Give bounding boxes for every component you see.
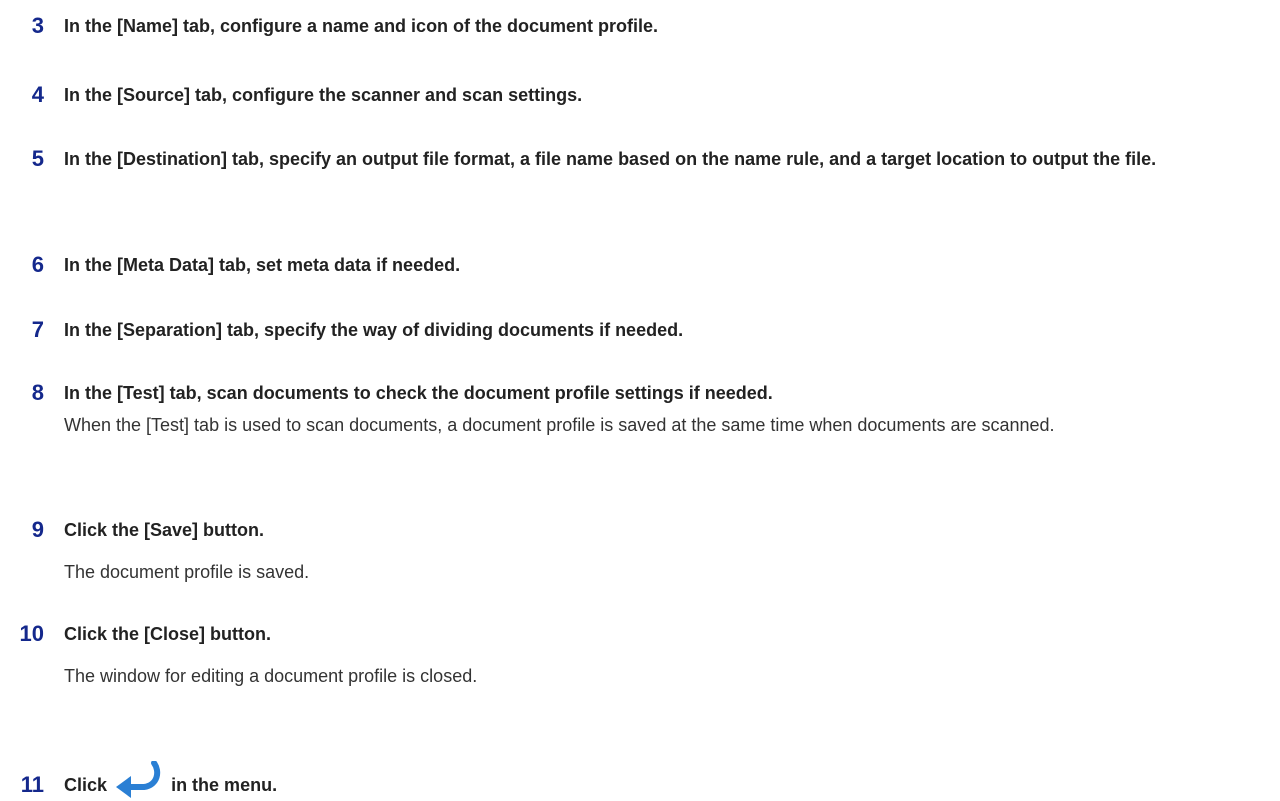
step-instruction: In the [Source] tab, configure the scann… [64,85,583,105]
step-result: The window for editing a document profil… [64,666,478,686]
step-number: 8 [31,380,44,405]
step-number: 4 [31,82,44,107]
step-number: 10 [19,621,44,646]
step-instruction: Click the [Close] button. [64,624,271,644]
step-instruction: In the [Destination] tab, specify an out… [64,149,1157,169]
step-result: The document profile is saved. [64,562,310,582]
step-number: 3 [31,13,44,38]
step-text-after: in the menu. [171,775,278,795]
step-instruction: In the [Separation] tab, specify the way… [64,320,684,340]
step-number: 9 [31,517,44,542]
step-instruction: In the [Meta Data] tab, set meta data if… [64,255,461,275]
step-number: 5 [31,146,44,171]
step-instruction: Click in the menu. [64,761,1264,801]
step-text-before: Click [64,775,108,795]
return-arrow-icon [116,761,161,798]
step-instruction: Click the [Save] button. [64,520,265,540]
step-number: 6 [31,252,44,277]
step-number: 7 [31,317,44,342]
step-result: When the [Test] tab is used to scan docu… [64,415,1055,435]
step-instruction: In the [Test] tab, scan documents to che… [64,383,773,403]
step-instruction: In the [Name] tab, configure a name and … [64,16,659,36]
step-number: 11 [20,772,44,797]
